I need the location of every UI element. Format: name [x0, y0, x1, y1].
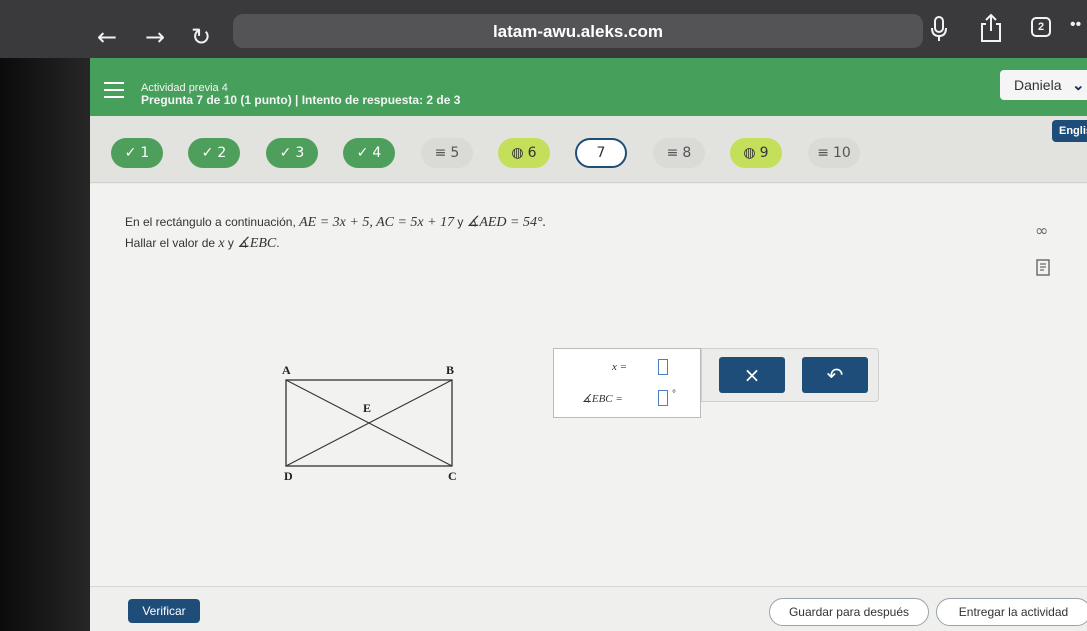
- notes-icon[interactable]: [1036, 259, 1052, 277]
- question-nav-2[interactable]: ✓ 2: [188, 138, 240, 168]
- math-equation-ac: = 5x + 17: [393, 215, 455, 230]
- question-nav-label: 7: [596, 145, 606, 161]
- math-segment-ae: AE: [299, 215, 317, 230]
- question-content: En el rectángulo a continuación, AE = 3x…: [90, 184, 1087, 586]
- lines-icon: ≡: [434, 145, 447, 161]
- verify-button[interactable]: Verificar: [128, 599, 200, 623]
- problem-joiner: y: [454, 215, 467, 229]
- lines-icon: ≡: [666, 145, 679, 161]
- vertex-label-e: E: [363, 401, 372, 415]
- reload-icon[interactable]: ↻: [186, 22, 216, 52]
- question-nav-4[interactable]: ✓ 4: [343, 138, 395, 168]
- math-equation-ae: = 3x + 5,: [316, 215, 377, 230]
- app-header: Actividad previa 4 Pregunta 7 de 10 (1 p…: [90, 58, 1087, 116]
- math-segment-ac: AC: [376, 215, 394, 230]
- clear-button[interactable]: ×: [719, 357, 785, 393]
- vertex-label-a: A: [282, 363, 291, 377]
- question-nav-7[interactable]: 7: [575, 138, 627, 168]
- question-nav-label: 4: [372, 145, 382, 161]
- partial-progress-icon: ◍: [743, 145, 756, 161]
- problem-text: En el rectángulo a continuación,: [125, 215, 300, 229]
- question-nav-label: 9: [759, 145, 769, 161]
- question-nav-5[interactable]: ≡ 5: [421, 138, 473, 168]
- problem-statement: En el rectángulo a continuación, AE = 3x…: [125, 214, 546, 231]
- back-arrow-icon[interactable]: ←: [92, 22, 122, 52]
- more-icon[interactable]: ••: [1070, 16, 1081, 34]
- question-nav-3[interactable]: ✓ 3: [266, 138, 318, 168]
- aleks-app: Actividad previa 4 Pregunta 7 de 10 (1 p…: [90, 58, 1087, 631]
- math-equation-aed: = 54°.: [506, 215, 547, 230]
- rectangle-figure: A B D C E: [270, 359, 470, 489]
- microphone-icon[interactable]: [928, 14, 950, 44]
- undo-icon: ↶: [826, 363, 844, 387]
- tabs-count-button[interactable]: 2: [1031, 17, 1051, 37]
- checkmark-icon: ✓: [356, 145, 369, 161]
- question-joiner: y: [224, 236, 238, 250]
- vertex-label-d: D: [284, 469, 293, 483]
- question-nav-10[interactable]: ≡ 10: [808, 138, 860, 168]
- chevron-down-icon: ⌄: [1072, 77, 1085, 94]
- question-navigation: English ✓1✓2✓3✓4≡5◍67≡8◍9≡10: [90, 116, 1087, 183]
- question-nav-label: 2: [217, 145, 227, 161]
- question-nav-1[interactable]: ✓ 1: [111, 138, 163, 168]
- url-text: latam-awu.aleks.com: [492, 22, 664, 41]
- question-nav-label: 8: [682, 145, 692, 161]
- question-nav-label: 3: [295, 145, 305, 161]
- answer-box: x = ∡EBC = °: [553, 348, 701, 418]
- checkmark-icon: ✓: [279, 145, 292, 161]
- lines-icon: ≡: [817, 145, 829, 161]
- language-button[interactable]: English: [1052, 120, 1087, 142]
- checkmark-icon: ✓: [201, 145, 214, 161]
- question-nav-9[interactable]: ◍ 9: [730, 138, 782, 168]
- undo-button[interactable]: ↶: [802, 357, 868, 393]
- vertex-label-b: B: [446, 363, 455, 377]
- footer-bar: Verificar Guardar para después Entregar …: [90, 586, 1087, 631]
- angle-ebc-input[interactable]: [658, 390, 668, 406]
- save-for-later-button[interactable]: Guardar para después: [769, 598, 929, 626]
- answer-x-label: x =: [612, 361, 628, 373]
- vertex-label-c: C: [448, 469, 457, 483]
- problem-question: Hallar el valor de x y ∡EBC.: [125, 235, 280, 252]
- question-nav-label: 10: [832, 145, 851, 161]
- submit-activity-button[interactable]: Entregar la actividad: [936, 598, 1087, 626]
- math-angle-ebc: ∡EBC: [237, 236, 277, 251]
- browser-toolbar: ← → ↻ latam-awu.aleks.com 2 ••: [0, 0, 1087, 58]
- infinity-icon[interactable]: ∞: [1035, 221, 1048, 240]
- user-menu-button[interactable]: Daniela ⌄: [1000, 70, 1087, 100]
- question-suffix: .: [276, 236, 280, 250]
- question-nav-label: 1: [140, 145, 150, 161]
- question-nav-6[interactable]: ◍ 6: [498, 138, 550, 168]
- checkmark-icon: ✓: [124, 145, 137, 161]
- question-info: Pregunta 7 de 10 (1 punto) | Intento de …: [141, 93, 461, 107]
- close-icon: ×: [743, 363, 761, 387]
- address-bar[interactable]: latam-awu.aleks.com: [233, 14, 923, 48]
- share-icon[interactable]: [978, 12, 1004, 44]
- user-name: Daniela: [1014, 77, 1062, 93]
- answer-angle-label: ∡EBC =: [582, 393, 623, 405]
- answer-tools: × ↶: [701, 348, 879, 402]
- x-input[interactable]: [658, 359, 668, 375]
- screen-bezel: [0, 58, 90, 631]
- question-nav-label: 6: [527, 145, 537, 161]
- partial-progress-icon: ◍: [511, 145, 524, 161]
- rectangle-diagram: [285, 379, 453, 467]
- hamburger-menu-icon[interactable]: [104, 82, 124, 98]
- math-angle-aed: ∡AED: [466, 215, 507, 230]
- question-nav-label: 5: [450, 145, 460, 161]
- forward-arrow-icon[interactable]: →: [140, 22, 170, 52]
- question-text: Hallar el valor de: [125, 236, 219, 250]
- question-nav-8[interactable]: ≡ 8: [653, 138, 705, 168]
- degree-symbol: °: [672, 389, 676, 400]
